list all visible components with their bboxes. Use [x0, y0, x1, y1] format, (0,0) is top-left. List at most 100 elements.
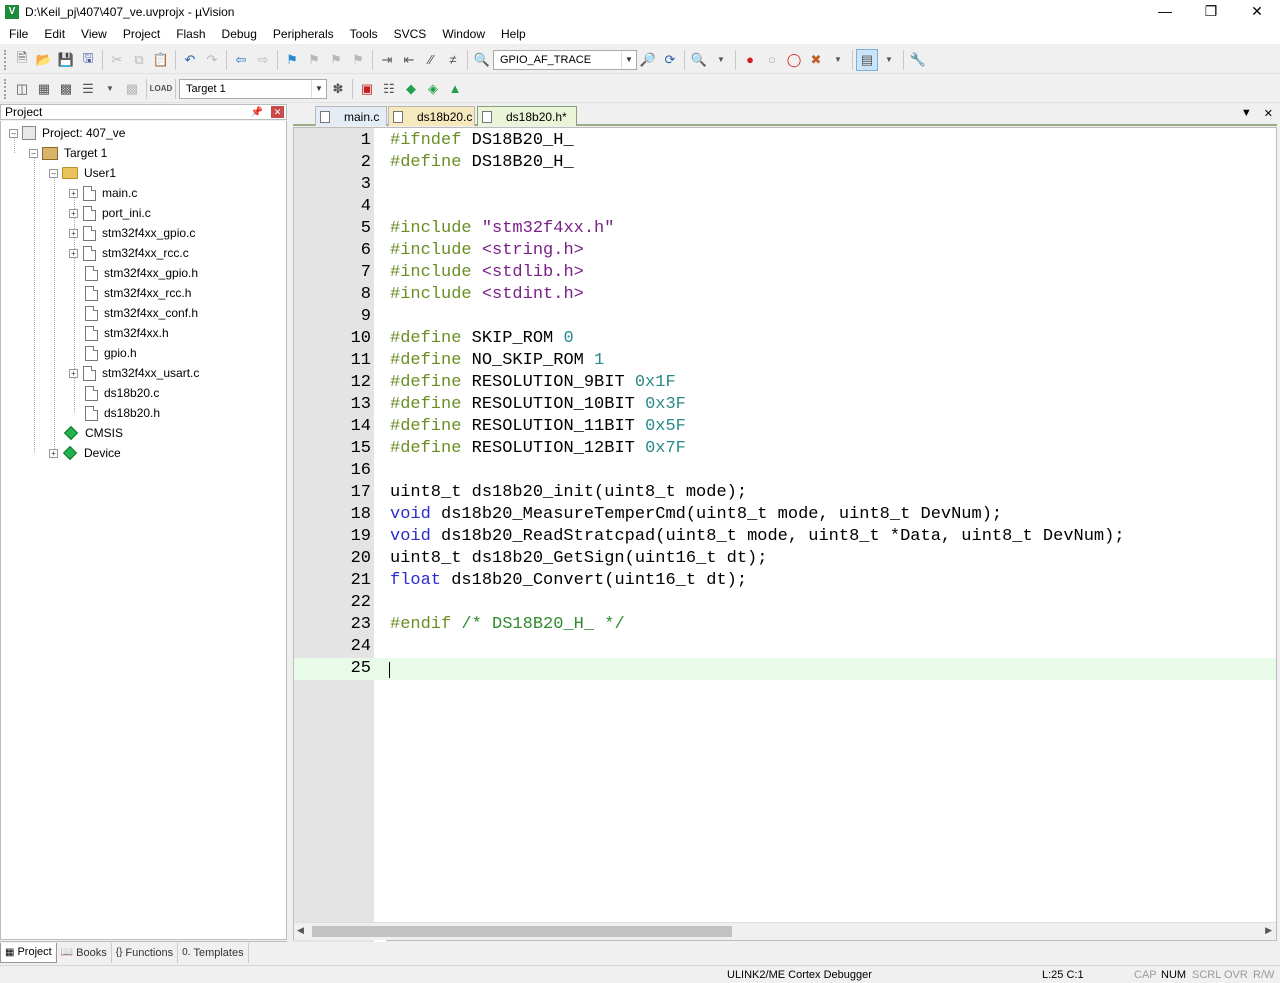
- redo-icon[interactable]: ↷: [201, 49, 223, 71]
- stop-build-icon[interactable]: ▩: [121, 78, 143, 100]
- tree-file[interactable]: stm32f4xx_conf.h: [80, 303, 198, 323]
- collapse-icon[interactable]: –: [9, 128, 18, 138]
- target-select[interactable]: Target 1 ▼: [179, 78, 327, 99]
- enable-breakpoint-icon[interactable]: ○: [761, 49, 783, 71]
- uncomment-icon[interactable]: ≠: [442, 49, 464, 71]
- kill-dropdown-icon[interactable]: ▼: [827, 49, 849, 71]
- translate-icon[interactable]: ◫: [11, 78, 33, 100]
- tree-file[interactable]: + stm32f4xx_usart.c: [69, 363, 199, 383]
- configure-wrench-icon[interactable]: 🔧: [907, 49, 929, 71]
- run-time-environment-icon[interactable]: ▲: [444, 78, 466, 100]
- new-file-icon[interactable]: 🗎: [11, 49, 33, 71]
- bookmark-icon[interactable]: ⚑: [281, 49, 303, 71]
- expand-icon[interactable]: +: [49, 448, 58, 458]
- unindent-icon[interactable]: ⇤: [398, 49, 420, 71]
- menu-flash[interactable]: Flash: [167, 27, 212, 41]
- expand-icon[interactable]: +: [69, 228, 78, 238]
- tree-group-user1[interactable]: – User1: [49, 163, 116, 183]
- copy-icon[interactable]: ⧉: [128, 49, 150, 71]
- find-combo[interactable]: GPIO_AF_TRACE ▼: [493, 49, 637, 70]
- tab-ds18b20-h[interactable]: ds18b20.h*: [477, 106, 577, 126]
- cut-icon[interactable]: ✂: [106, 49, 128, 71]
- incremental-find-icon[interactable]: ⟳: [659, 49, 681, 71]
- expand-icon[interactable]: +: [69, 188, 78, 198]
- menu-tools[interactable]: Tools: [341, 27, 385, 41]
- pin-icon[interactable]: 📌: [251, 107, 263, 118]
- kill-breakpoints-icon[interactable]: ✖: [805, 49, 827, 71]
- tree-file[interactable]: stm32f4xx_gpio.h: [80, 263, 198, 283]
- tree-file[interactable]: ds18b20.h: [80, 403, 160, 423]
- file-extensions-icon[interactable]: ☷: [378, 78, 400, 100]
- paste-icon[interactable]: 📋: [150, 49, 172, 71]
- menu-edit[interactable]: Edit: [35, 27, 72, 41]
- tab-project[interactable]: ▦ Project: [0, 942, 57, 963]
- minimize-button[interactable]: —: [1142, 0, 1188, 24]
- collapse-icon[interactable]: –: [49, 168, 58, 178]
- tab-books[interactable]: 📖 Books: [57, 942, 112, 963]
- scrollbar-thumb[interactable]: [312, 926, 732, 937]
- layout-dropdown-icon[interactable]: ▼: [878, 49, 900, 71]
- build-icon[interactable]: ▦: [33, 78, 55, 100]
- debug-session-icon[interactable]: 🔍: [688, 49, 710, 71]
- download-load-icon[interactable]: LOAD: [150, 78, 173, 100]
- tree-file[interactable]: + main.c: [69, 183, 137, 203]
- close-tab-icon[interactable]: ✕: [1264, 107, 1273, 120]
- maximize-button[interactable]: ❐: [1188, 0, 1234, 24]
- tree-file[interactable]: + port_ini.c: [69, 203, 151, 223]
- undo-icon[interactable]: ↶: [179, 49, 201, 71]
- manage-packs-icon[interactable]: ◆: [400, 78, 422, 100]
- close-panel-icon[interactable]: ✕: [271, 106, 284, 118]
- tree-file[interactable]: stm32f4xx.h: [80, 323, 169, 343]
- tree-file[interactable]: stm32f4xx_rcc.h: [80, 283, 191, 303]
- indent-icon[interactable]: ⇥: [376, 49, 398, 71]
- tree-file[interactable]: ds18b20.c: [80, 383, 159, 403]
- batch-build-icon[interactable]: ☰: [77, 78, 99, 100]
- expand-icon[interactable]: +: [69, 208, 78, 218]
- tab-list-dropdown-icon[interactable]: ▼: [1241, 107, 1252, 120]
- menu-debug[interactable]: Debug: [213, 27, 264, 41]
- insert-breakpoint-icon[interactable]: ●: [739, 49, 761, 71]
- chevron-down-icon[interactable]: ▼: [621, 50, 636, 69]
- target-options-icon[interactable]: ✽: [327, 78, 349, 100]
- tree-target[interactable]: – Target 1: [29, 143, 107, 163]
- rebuild-icon[interactable]: ▩: [55, 78, 77, 100]
- window-layout-icon[interactable]: ▤: [856, 48, 878, 71]
- tree-device[interactable]: + Device: [49, 443, 121, 463]
- collapse-icon[interactable]: –: [29, 148, 38, 158]
- tab-main-c[interactable]: main.c: [315, 106, 387, 126]
- menu-project[interactable]: Project: [114, 27, 167, 41]
- select-packs-icon[interactable]: ◈: [422, 78, 444, 100]
- nav-back-icon[interactable]: ⇦: [230, 49, 252, 71]
- tree-file[interactable]: + stm32f4xx_rcc.c: [69, 243, 189, 263]
- tree-cmsis[interactable]: CMSIS: [60, 423, 123, 443]
- scroll-right-icon[interactable]: ▶: [1265, 925, 1272, 936]
- menu-help[interactable]: Help: [492, 27, 533, 41]
- debug-dropdown-icon[interactable]: ▼: [710, 49, 732, 71]
- menu-view[interactable]: View: [72, 27, 114, 41]
- tree-project-root[interactable]: – Project: 407_ve: [9, 123, 125, 143]
- disable-breakpoints-icon[interactable]: ◯: [783, 49, 805, 71]
- expand-icon[interactable]: +: [69, 248, 78, 258]
- next-bookmark-icon[interactable]: ⚑: [325, 49, 347, 71]
- tab-templates[interactable]: 0. Templates: [178, 942, 249, 963]
- find-in-files-icon[interactable]: 🔍: [471, 49, 493, 71]
- scroll-left-icon[interactable]: ◀: [297, 925, 304, 936]
- comment-icon[interactable]: ⁄⁄: [420, 49, 442, 71]
- clear-bookmarks-icon[interactable]: ⚑: [347, 49, 369, 71]
- tab-ds18b20-c[interactable]: ds18b20.c: [388, 106, 475, 126]
- tree-file[interactable]: + stm32f4xx_gpio.c: [69, 223, 195, 243]
- menu-peripherals[interactable]: Peripherals: [264, 27, 341, 41]
- tab-functions[interactable]: {} Functions: [112, 942, 179, 963]
- menu-window[interactable]: Window: [433, 27, 492, 41]
- save-all-icon[interactable]: 🖫: [77, 49, 99, 71]
- prev-bookmark-icon[interactable]: ⚑: [303, 49, 325, 71]
- menu-file[interactable]: File: [0, 27, 35, 41]
- code-editor[interactable]: 1 #ifndef DS18B20_H_ 2 #define DS18B20_H_ …: [293, 127, 1277, 942]
- manage-components-icon[interactable]: ▣: [356, 78, 378, 100]
- nav-forward-icon[interactable]: ⇨: [252, 49, 274, 71]
- horizontal-scrollbar[interactable]: ◀ ▶: [294, 922, 1276, 940]
- expand-icon[interactable]: +: [69, 368, 78, 378]
- menu-svcs[interactable]: SVCS: [385, 27, 434, 41]
- chevron-down-icon[interactable]: ▼: [311, 79, 326, 98]
- tree-file[interactable]: gpio.h: [80, 343, 137, 363]
